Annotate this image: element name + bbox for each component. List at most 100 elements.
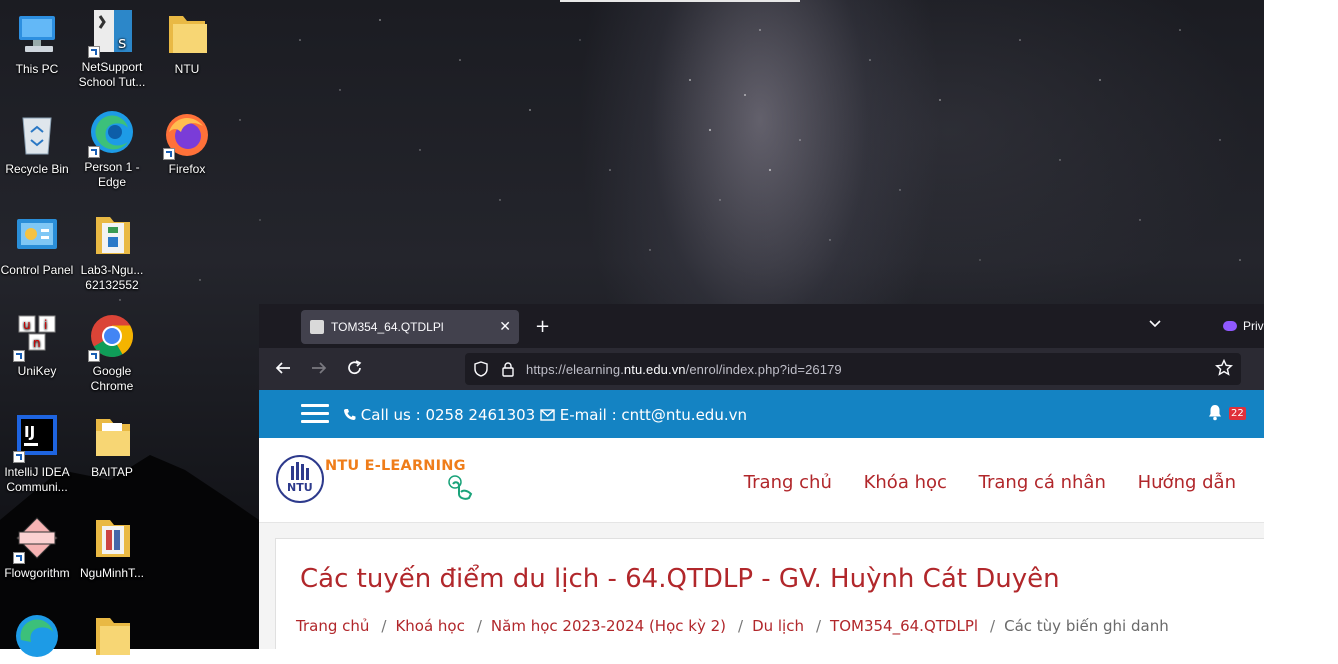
- desktop-icon-label: NetSupport School Tut...: [78, 60, 146, 89]
- flowgorithm-icon: [13, 514, 61, 564]
- edge-icon: [13, 612, 61, 660]
- course-header-card: Các tuyến điểm du lịch - 64.QTDLP - GV. …: [275, 538, 1264, 649]
- window-edge: [560, 0, 800, 2]
- breadcrumb: Trang chủ / Khoá học / Năm học 2023-2024 (Họ…: [296, 617, 1169, 635]
- edge-icon: [88, 108, 136, 158]
- desktop-icon-label: BAITAP: [91, 465, 133, 479]
- reload-icon[interactable]: [346, 359, 364, 377]
- svg-text:IJ: IJ: [24, 423, 35, 441]
- desktop-icon-label: NTU: [174, 62, 200, 76]
- breadcrumb-separator: /: [815, 617, 822, 635]
- desktop-icon-label: Google Chrome: [90, 364, 134, 393]
- nav-item-profile[interactable]: Trang cá nhân: [979, 472, 1106, 493]
- desktop-icon-intellij[interactable]: IJ IntelliJ IDEA Communi...: [0, 413, 74, 495]
- netsupport-icon: s: [88, 8, 136, 58]
- chrome-icon: [88, 312, 136, 362]
- breadcrumb-item-courses[interactable]: Khoá học: [395, 617, 464, 635]
- breadcrumb-item-category[interactable]: Du lịch: [752, 617, 804, 635]
- notification-badge[interactable]: 22: [1229, 407, 1246, 420]
- back-arrow-icon[interactable]: [274, 359, 292, 377]
- shortcut-arrow-icon: [13, 350, 25, 362]
- favicon-icon: [310, 320, 324, 334]
- svg-text:u: u: [23, 318, 31, 332]
- desktop-icon-baitap[interactable]: BAITAP: [75, 413, 149, 480]
- desktop-icon-label: This PC: [15, 62, 59, 76]
- tab-title: TOM354_64.QTDLPl: [331, 320, 444, 334]
- breadcrumb-separator: /: [476, 617, 482, 635]
- envelope-icon: [540, 409, 555, 421]
- desktop-icon-ntu-folder[interactable]: NTU: [150, 10, 224, 77]
- bell-icon[interactable]: [1207, 404, 1223, 421]
- breadcrumb-current: Các tùy biến ghi danh: [1004, 617, 1169, 635]
- desktop-icon-label: NguMinhT...: [79, 566, 145, 580]
- logo-text[interactable]: NTU E-LEARNING: [325, 458, 466, 474]
- desktop-icon-label: Firefox: [168, 162, 206, 176]
- breadcrumb-item-home[interactable]: Trang chủ: [296, 617, 369, 635]
- shortcut-arrow-icon: [88, 350, 100, 362]
- folder-icon: [88, 612, 136, 660]
- desktop-icon-recycle-bin[interactable]: Recycle Bin: [0, 110, 74, 177]
- phone-icon: [344, 409, 356, 420]
- contact-info: Call us : 0258 2461303 E-mail : cntt@ntu…: [343, 406, 747, 424]
- menu-icon[interactable]: [301, 404, 329, 424]
- zip-folder-icon: [88, 211, 136, 259]
- desktop-icon-label: Lab3-Ngu... 62132552: [80, 263, 144, 292]
- close-tab-icon[interactable]: ✕: [499, 318, 511, 335]
- shortcut-arrow-icon: [88, 46, 100, 58]
- desktop-icon-this-pc[interactable]: This PC: [0, 10, 74, 77]
- svg-text:s: s: [118, 33, 126, 52]
- email-label[interactable]: E-mail : cntt@ntu.edu.vn: [560, 406, 747, 424]
- desktop-icon-firefox[interactable]: Firefox: [150, 110, 224, 177]
- breadcrumb-separator: /: [990, 617, 996, 635]
- folder-icon: [88, 413, 136, 461]
- navigation-toolbar: https://elearning.ntu.edu.vn/enrol/index…: [259, 348, 1264, 390]
- folder-icon: [88, 514, 136, 562]
- desktop-icon-label: IntelliJ IDEA Communi...: [4, 465, 70, 494]
- desktop-icon-control-panel[interactable]: Control Panel: [0, 211, 74, 278]
- private-label: Priv: [1243, 319, 1264, 333]
- desktop-icon-netsupport[interactable]: s NetSupport School Tut...: [75, 8, 149, 90]
- desktop-icon-flowgorithm[interactable]: Flowgorithm: [0, 514, 74, 581]
- desktop-icon-edge-partial[interactable]: [0, 612, 74, 664]
- shortcut-arrow-icon: [13, 552, 25, 564]
- new-tab-button[interactable]: +: [535, 316, 550, 337]
- desktop-icon-chrome[interactable]: Google Chrome: [75, 312, 149, 394]
- shortcut-arrow-icon: [13, 451, 25, 463]
- browser-window: TOM354_64.QTDLPl ✕ + Priv https://elearn…: [259, 304, 1264, 649]
- desktop-icon-label: Recycle Bin: [5, 162, 69, 176]
- svg-text:i: i: [44, 318, 47, 332]
- page-title: Các tuyến điểm du lịch - 64.QTDLP - GV. …: [300, 564, 1060, 594]
- lock-icon[interactable]: [501, 361, 515, 377]
- bookmark-star-icon[interactable]: [1215, 359, 1233, 377]
- forward-arrow-icon[interactable]: [310, 359, 328, 377]
- tab-bar: TOM354_64.QTDLPl ✕ + Priv: [259, 304, 1264, 348]
- shield-icon[interactable]: [473, 361, 489, 377]
- phone-label: Call us : 0258 2461303: [360, 406, 536, 424]
- nav-item-guide[interactable]: Hướng dẫn: [1138, 472, 1236, 493]
- firefox-icon: [163, 110, 211, 160]
- nav-item-home[interactable]: Trang chủ: [744, 472, 832, 493]
- private-mask-icon: [1223, 321, 1237, 331]
- url-text[interactable]: https://elearning.ntu.edu.vn/enrol/index…: [526, 362, 842, 377]
- site-header: NTU NTU E-LEARNING Trang chủ Khóa học Tr…: [259, 438, 1264, 523]
- desktop-icon-label: Control Panel: [0, 263, 74, 277]
- browser-tab[interactable]: TOM354_64.QTDLPl ✕: [301, 310, 519, 344]
- unikey-icon: uin: [13, 312, 61, 362]
- nav-item-courses[interactable]: Khóa học: [864, 472, 947, 493]
- chevron-down-icon[interactable]: [1148, 317, 1162, 331]
- desktop-icon-edge[interactable]: Person 1 - Edge: [75, 108, 149, 190]
- desktop-icon-lab3[interactable]: Lab3-Ngu... 62132552: [75, 211, 149, 293]
- desktop-icon-ngu-folder[interactable]: NguMinhT...: [75, 514, 149, 581]
- recycle-bin-icon: [13, 110, 61, 158]
- site-top-bar: Call us : 0258 2461303 E-mail : cntt@ntu…: [259, 390, 1264, 438]
- desktop-icon-folder-partial[interactable]: [75, 612, 149, 664]
- breadcrumb-item-year[interactable]: Năm học 2023-2024 (Học kỳ 2): [491, 617, 726, 635]
- private-browsing-indicator: Priv: [1223, 319, 1264, 333]
- shortcut-arrow-icon: [163, 148, 175, 160]
- web-page: Call us : 0258 2461303 E-mail : cntt@ntu…: [259, 390, 1264, 649]
- address-bar[interactable]: https://elearning.ntu.edu.vn/enrol/index…: [465, 353, 1241, 385]
- svg-text:n: n: [33, 336, 41, 350]
- desktop-icon-unikey[interactable]: uin UniKey: [0, 312, 74, 379]
- breadcrumb-item-course[interactable]: TOM354_64.QTDLPl: [830, 617, 978, 635]
- intellij-icon: IJ: [13, 413, 61, 463]
